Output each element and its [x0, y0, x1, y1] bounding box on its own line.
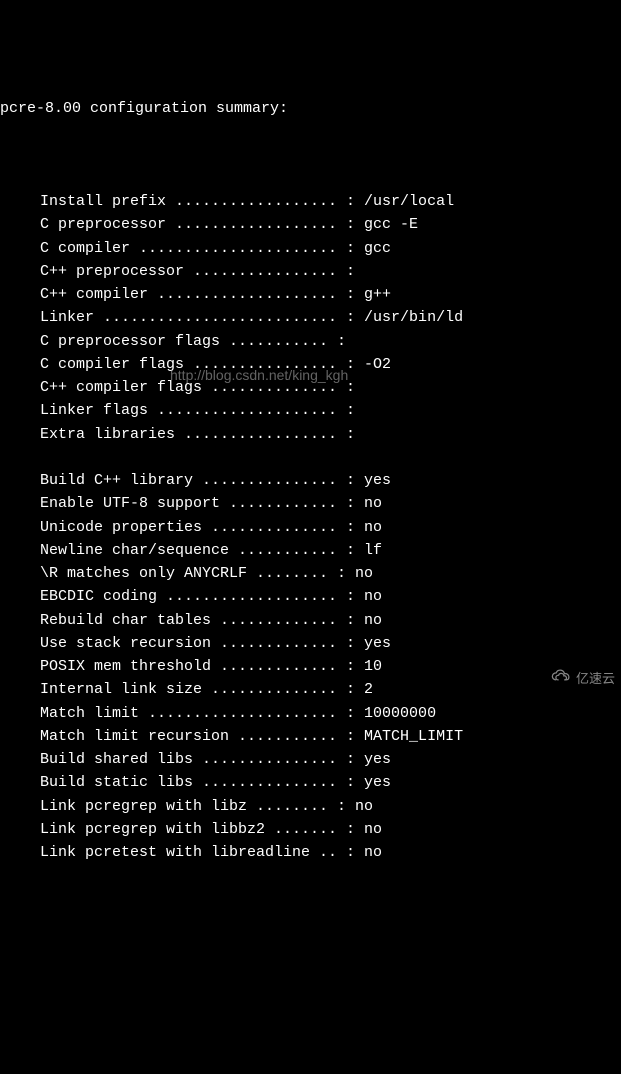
blank-line	[0, 144, 621, 167]
config-row: Rebuild char tables ............. : no	[0, 609, 621, 632]
config-row: C compiler ...................... : gcc	[0, 237, 621, 260]
config-row: Link pcregrep with libz ........ : no	[0, 795, 621, 818]
config-row: Link pcretest with libreadline .. : no	[0, 841, 621, 864]
config-row: C++ compiler .................... : g++	[0, 283, 621, 306]
config-row: Internal link size .............. : 2	[0, 678, 621, 701]
cloud-icon	[536, 648, 572, 710]
config-row: Install prefix .................. : /usr…	[0, 190, 621, 213]
config-row: \R matches only ANYCRLF ........ : no	[0, 562, 621, 585]
config-row: C++ preprocessor ................ :	[0, 260, 621, 283]
config-row: Newline char/sequence ........... : lf	[0, 539, 621, 562]
config-header: pcre-8.00 configuration summary:	[0, 97, 621, 120]
config-row: C preprocessor flags ........... :	[0, 330, 621, 353]
config-rows: Install prefix .................. : /usr…	[0, 190, 621, 864]
config-row: Build C++ library ............... : yes	[0, 469, 621, 492]
config-row: Build static libs ............... : yes	[0, 771, 621, 794]
config-row: Match limit ..................... : 1000…	[0, 702, 621, 725]
config-row: Unicode properties .............. : no	[0, 516, 621, 539]
config-row: Extra libraries ................. :	[0, 423, 621, 446]
logo-label: 亿速云	[576, 669, 615, 689]
config-row: Link pcregrep with libbz2 ....... : no	[0, 818, 621, 841]
config-row: Linker flags .................... :	[0, 399, 621, 422]
config-row: Enable UTF-8 support ............ : no	[0, 492, 621, 515]
config-row: Match limit recursion ........... : MATC…	[0, 725, 621, 748]
blank-line	[0, 446, 621, 469]
config-row: C++ compiler flags .............. :	[0, 376, 621, 399]
config-row: POSIX mem threshold ............. : 10	[0, 655, 621, 678]
config-row: C compiler flags ................ : -O2	[0, 353, 621, 376]
config-row: Use stack recursion ............. : yes	[0, 632, 621, 655]
source-logo: 亿速云	[536, 648, 615, 710]
config-row: Build shared libs ............... : yes	[0, 748, 621, 771]
config-row: Linker .......................... : /usr…	[0, 306, 621, 329]
config-row: EBCDIC coding ................... : no	[0, 585, 621, 608]
config-row: C preprocessor .................. : gcc …	[0, 213, 621, 236]
